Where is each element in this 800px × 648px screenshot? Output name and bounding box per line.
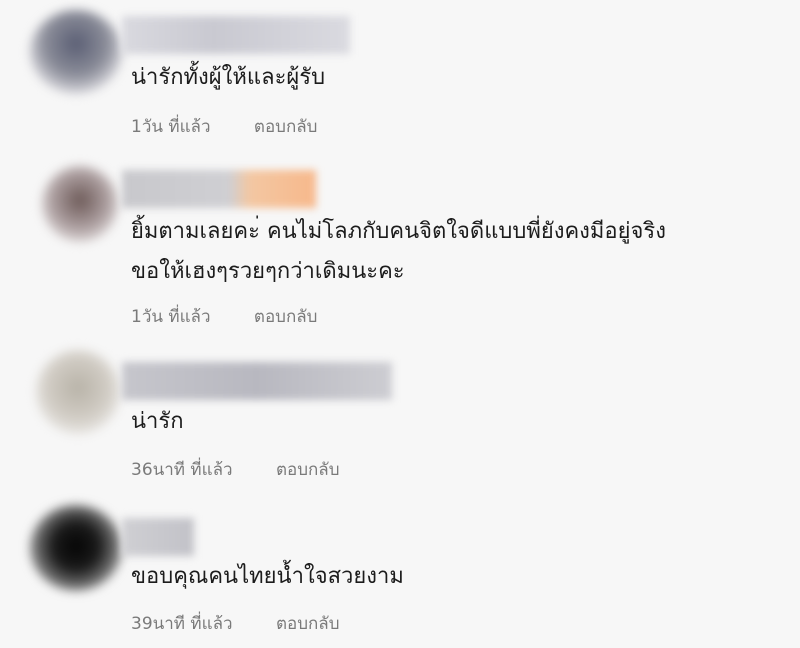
avatar[interactable] — [30, 505, 122, 591]
comment-text: ยิ้มตามเลยคะ่ คนไม่โลภกับคนจิตใจดีแบบพี่… — [131, 219, 666, 244]
comment-timestamp: 39นาที ที่แล้ว — [131, 614, 233, 634]
comment-meta: 36นาที ที่แล้ว ตอบกลับ — [131, 456, 340, 483]
comment-text: น่ารัก — [131, 409, 184, 434]
comment-timestamp: 1วัน ที่แล้ว — [131, 307, 211, 327]
comment-timestamp: 36นาที ที่แล้ว — [131, 460, 233, 480]
reply-link[interactable]: ตอบกลับ — [276, 610, 340, 637]
reply-link[interactable]: ตอบกลับ — [254, 113, 318, 140]
blurred-username[interactable] — [122, 362, 392, 400]
comment-meta: 39นาที ที่แล้ว ตอบกลับ — [131, 610, 340, 637]
comment-text: ขอให้เฮงๆรวยๆกว่าเดิมนะคะ — [131, 259, 405, 284]
blurred-username[interactable] — [122, 170, 316, 208]
comment-meta: 1วัน ที่แล้ว ตอบกลับ — [131, 113, 317, 140]
avatar[interactable] — [36, 350, 120, 434]
comment-meta: 1วัน ที่แล้ว ตอบกลับ — [131, 303, 317, 330]
comment-timestamp: 1วัน ที่แล้ว — [131, 117, 211, 137]
avatar[interactable] — [42, 166, 118, 242]
reply-link[interactable]: ตอบกลับ — [276, 456, 340, 483]
comment-text: น่ารักทั้งผู้ให้และผู้รับ — [131, 65, 326, 90]
blurred-username[interactable] — [122, 518, 194, 556]
reply-link[interactable]: ตอบกลับ — [254, 303, 318, 330]
blurred-username[interactable] — [122, 16, 350, 54]
comment-text: ขอบคุณคนไทยน้ำใจสวยงาม — [131, 564, 404, 589]
avatar[interactable] — [30, 10, 122, 94]
